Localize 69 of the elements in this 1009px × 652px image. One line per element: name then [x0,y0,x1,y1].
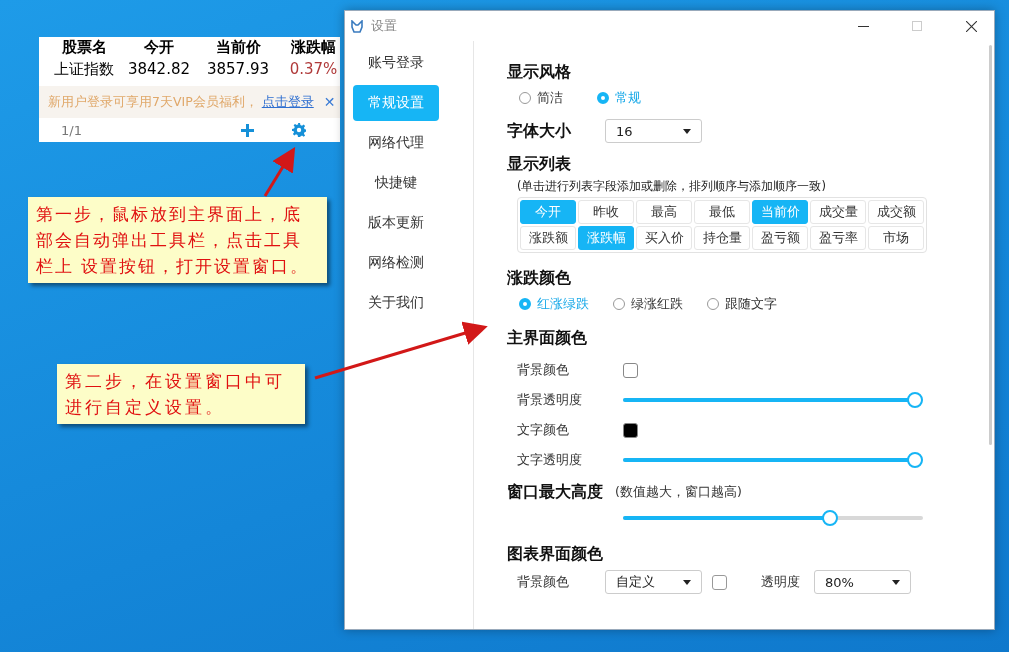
table-cell-text: 0.37% [288,59,339,80]
field-chip[interactable]: 成交额 [868,200,924,224]
section-title: 窗口最大高度 [507,481,603,503]
section-title: 主界面颜色 [507,327,588,349]
field-chip[interactable]: 成交量 [810,200,866,224]
column-header: 当前价 [214,37,262,58]
opacity-dropdown[interactable]: 80% [814,570,911,594]
close-button[interactable]: ✕ [323,94,336,110]
color-swatch[interactable] [623,422,638,438]
app-logo-icon [351,19,363,33]
color-swatch[interactable] [712,574,727,590]
field-chip[interactable]: 盈亏额 [752,226,808,250]
section-title: 显示列表 [507,153,572,175]
radio-option[interactable]: 简洁 [519,89,563,107]
instruction-callout: 第一步，鼠标放到主界面上，底部会自动弹出工具栏，点击工具栏上 设置按钮，打开设置窗口。 [28,197,327,283]
sidebar-item[interactable]: 网络代理 [353,125,439,161]
sidebar-item[interactable]: 版本更新 [353,205,439,241]
slider[interactable] [623,452,923,468]
window-title: 设置 [371,17,397,35]
settings-icon [292,123,306,137]
field-chip[interactable]: 最低 [694,200,750,224]
slider[interactable] [623,392,923,408]
section-title: 涨跌颜色 [507,267,572,289]
column-header: 涨跌幅 [290,37,337,58]
login-link[interactable]: 点击登录 [261,93,314,111]
table-cell-text: 3842.82 [127,59,191,80]
close-icon [965,20,977,32]
section-title: 显示风格 [507,61,572,83]
sidebar-item[interactable]: 账号登录 [353,45,439,81]
sidebar-item[interactable]: 网络检测 [353,245,439,281]
color-mode-dropdown[interactable]: 自定义 [605,570,702,594]
setting-label: 文字透明度 [517,451,583,469]
caret-icon [892,579,900,585]
caret-icon [683,128,691,134]
caret-icon [683,579,691,585]
sidebar-item[interactable]: 快捷键 [353,165,439,201]
minimize-icon [857,25,869,27]
field-chip[interactable]: 买入价 [636,226,692,250]
instruction-callout: 第二步，在设置窗口中可进行自定义设置。 [57,364,305,424]
sidebar-item[interactable]: 关于我们 [353,285,439,321]
plus-icon [240,123,254,137]
table-cell-text: 上证指数 [53,59,115,80]
pointer-arrow [263,146,296,197]
setting-label: 文字颜色 [517,421,570,439]
field-chip[interactable]: 最高 [636,200,692,224]
section-title: 字体大小 [507,120,572,142]
maximize-icon [912,21,922,31]
column-header: 今开 [143,37,175,58]
setting-label: 背景颜色 [517,573,570,591]
font-size-dropdown[interactable]: 16 [605,119,702,143]
section-title: 图表界面颜色 [507,543,604,565]
radio-option[interactable]: 绿涨红跌 [613,295,683,313]
promo-text: 新用户登录可享用7天VIP会员福利， [48,93,258,111]
column-header: 股票名 [60,37,108,58]
field-chip[interactable]: 市场 [868,226,924,250]
hint-text: (数值越大，窗口越高) [615,483,742,501]
page-indicator: 1/1 [61,122,82,138]
table-cell-text: 3857.93 [206,59,270,80]
radio-option[interactable]: 跟随文字 [707,295,777,313]
field-chip[interactable]: 昨收 [578,200,634,224]
setting-label: 背景颜色 [517,361,570,379]
hint-text: (单击进行列表字段添加或删除，排列顺序与添加顺序一致) [517,179,827,194]
color-swatch[interactable] [623,362,638,378]
field-chip[interactable]: 盈亏率 [810,226,866,250]
slider[interactable] [623,510,923,526]
setting-label: 背景透明度 [517,391,583,409]
field-chip[interactable]: 涨跌额 [520,226,576,250]
setting-label: 透明度 [761,573,800,591]
field-chip[interactable]: 持仓量 [694,226,750,250]
